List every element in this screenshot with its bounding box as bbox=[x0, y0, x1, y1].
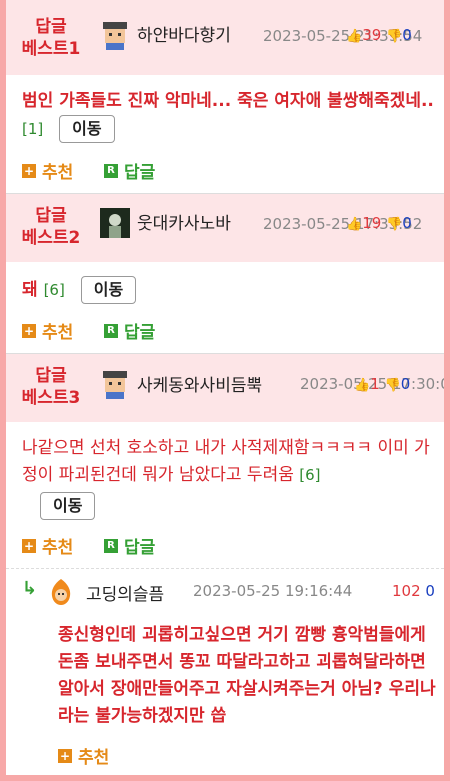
reply-r-icon: R bbox=[104, 323, 118, 338]
plus-icon: + bbox=[22, 538, 36, 553]
recommend-button[interactable]: + 추천 bbox=[58, 743, 109, 768]
best-badge: 답글 베스트2 bbox=[6, 205, 96, 249]
reply-button[interactable]: R 답글 bbox=[104, 318, 155, 343]
reply-r-icon: R bbox=[104, 538, 118, 553]
reply-count: [6] bbox=[43, 281, 65, 299]
best-comment-header: 답글 베스트3 사케동와사비듬뿍 2023-05-25 17:30:05 👍1 … bbox=[6, 354, 444, 422]
comment-text: 나같으면 선처 호소하고 내가 사적제재함ㅋㅋㅋㅋ 이미 가정이 파괴된건데 뭐… bbox=[22, 435, 434, 520]
comment-text: 돼 [6] 이동 bbox=[22, 276, 434, 304]
plus-icon: + bbox=[22, 163, 36, 178]
badge-line2: 베스트3 bbox=[21, 388, 81, 408]
reply-text: 종신형인데 괴롭히고싶으면 거기 깜빵 흉악범들에게 돈좀 보내주면서 똥꼬 따… bbox=[58, 625, 436, 726]
comment-body: 나같으면 선처 호소하고 내가 사적제재함ㅋㅋㅋㅋ 이미 가정이 파괴된건데 뭐… bbox=[22, 438, 430, 485]
divider bbox=[6, 568, 444, 569]
thumbs-up-icon[interactable]: 👍 bbox=[346, 29, 362, 44]
vote-counts: 👍19 👎0 bbox=[346, 214, 412, 232]
thumbs-up-icon[interactable]: 👍 bbox=[346, 217, 362, 232]
badge-line1: 답글 bbox=[35, 17, 67, 37]
up-count: 102 bbox=[392, 582, 421, 600]
recommend-button[interactable]: + 추천 bbox=[22, 318, 73, 343]
reply-button[interactable]: R 답글 bbox=[104, 533, 155, 558]
down-count: 0 bbox=[402, 26, 412, 44]
plus-icon: + bbox=[58, 748, 72, 763]
badge-line1: 답글 bbox=[35, 206, 67, 226]
avatar[interactable] bbox=[100, 20, 130, 50]
move-button[interactable]: 이동 bbox=[40, 492, 96, 520]
thumbs-up-icon[interactable]: 👍 bbox=[354, 378, 370, 393]
vote-counts: 👍39 👎0 bbox=[346, 26, 412, 44]
plus-icon: + bbox=[22, 323, 36, 338]
comment-list: 답글 베스트1 하얀바다향기 2023-05-25 21:39:54 👍39 👎… bbox=[6, 0, 444, 775]
reply-button[interactable]: R 답글 bbox=[104, 158, 155, 183]
move-button[interactable]: 이동 bbox=[59, 115, 115, 143]
move-button[interactable]: 이동 bbox=[80, 276, 137, 304]
badge-line1: 답글 bbox=[35, 366, 67, 386]
avatar[interactable] bbox=[100, 369, 130, 399]
up-count: 19 bbox=[362, 214, 382, 232]
vote-counts: 👍1 👎0 bbox=[354, 375, 410, 393]
best-badge: 답글 베스트3 bbox=[6, 365, 96, 409]
reply-count: [1] bbox=[22, 120, 44, 138]
nickname[interactable]: 하얀바다향기 bbox=[137, 21, 231, 46]
nickname[interactable]: 사케동와사비듬뿍 bbox=[137, 371, 262, 396]
up-count: 39 bbox=[362, 26, 382, 44]
down-count: 0 bbox=[400, 375, 411, 393]
nickname[interactable]: 웃대카사노바 bbox=[137, 209, 231, 234]
comment-text: 범인 가족들도 진짜 악마네... 죽은 여자애 불쌍해죽겠네.. [1] 이동 bbox=[22, 88, 434, 143]
avatar[interactable] bbox=[48, 578, 74, 606]
comment-body: 범인 가족들도 진짜 악마네... 죽은 여자애 불쌍해죽겠네.. bbox=[22, 91, 434, 111]
best-badge: 답글 베스트1 bbox=[6, 16, 96, 60]
down-count: 0 bbox=[425, 582, 435, 600]
reply-r-icon: R bbox=[104, 163, 118, 178]
vote-counts: 102 0 bbox=[392, 582, 435, 600]
thumbs-down-icon[interactable]: 👎 bbox=[385, 378, 401, 393]
recommend-button[interactable]: + 추천 bbox=[22, 158, 73, 183]
thumbs-down-icon[interactable]: 👎 bbox=[386, 29, 402, 44]
badge-line2: 베스트2 bbox=[21, 228, 81, 248]
best-comment-header: 답글 베스트2 웃대카사노바 2023-05-25 17:33:52 👍19 👎… bbox=[6, 194, 444, 262]
best-comment-header: 답글 베스트1 하얀바다향기 2023-05-25 21:39:54 👍39 👎… bbox=[6, 0, 444, 75]
comment-body: 돼 bbox=[22, 280, 38, 300]
badge-line2: 베스트1 bbox=[21, 39, 81, 59]
thumbs-down-icon[interactable]: 👎 bbox=[386, 217, 402, 232]
reply-count: [6] bbox=[299, 466, 321, 484]
avatar[interactable] bbox=[100, 208, 130, 238]
down-count: 0 bbox=[402, 214, 412, 232]
up-count: 1 bbox=[370, 375, 380, 393]
nickname[interactable]: 고딩의슬픔 bbox=[86, 580, 164, 605]
comment-datetime: 2023-05-25 19:16:44 bbox=[193, 582, 353, 600]
recommend-button[interactable]: + 추천 bbox=[22, 533, 73, 558]
reply-arrow-icon: ↳ bbox=[22, 578, 38, 599]
